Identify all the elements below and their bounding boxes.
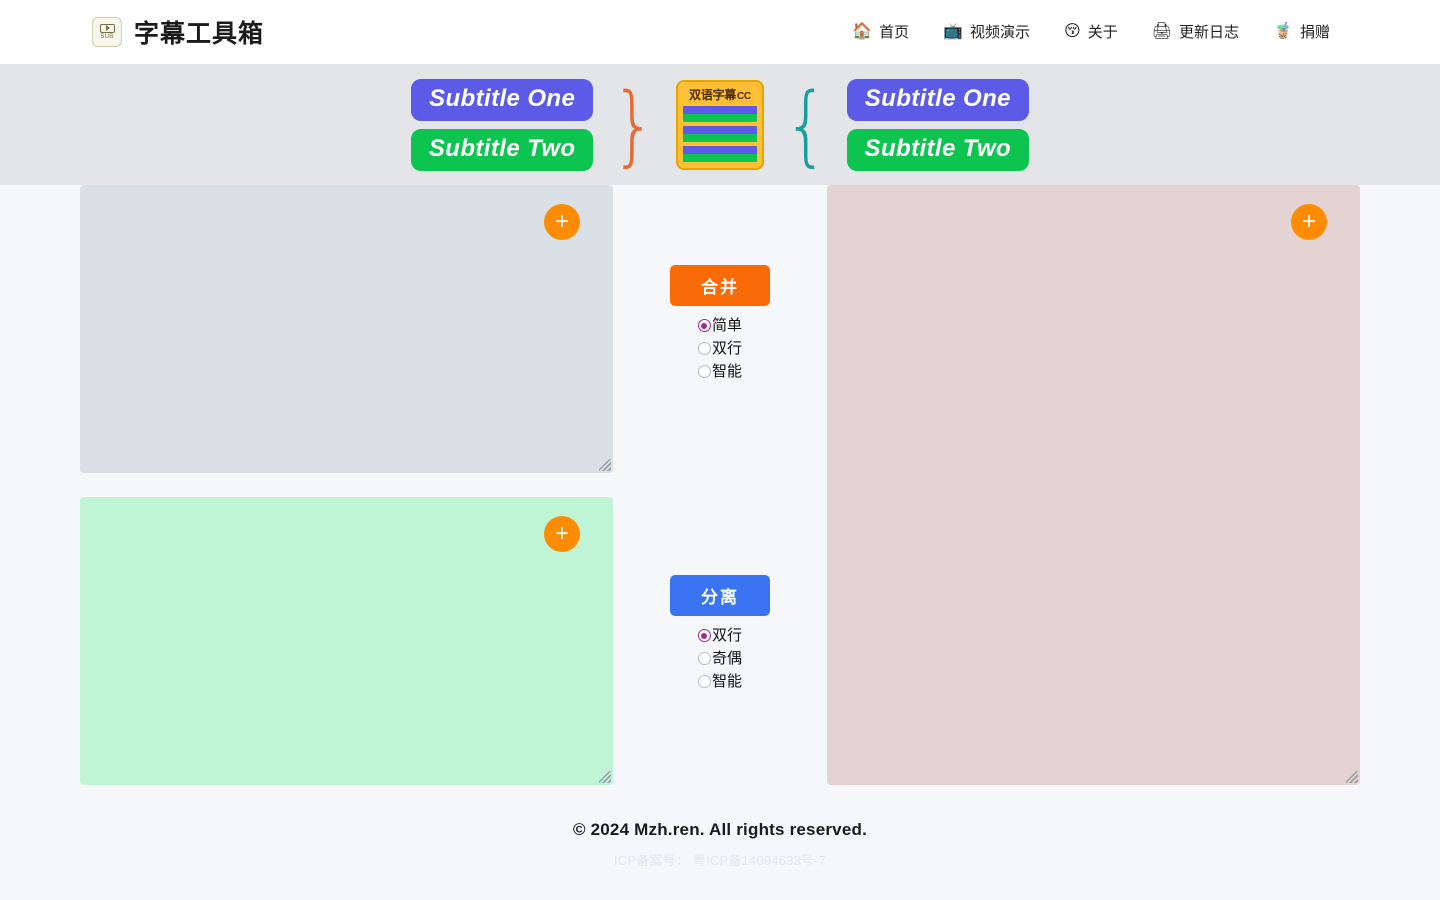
merge-mode-option-simple[interactable]: 简单 [698, 318, 742, 333]
merge-controls: 合并 简单 双行 智能 [670, 265, 770, 387]
subtitle-sub-icon: SUB [92, 17, 122, 47]
logo-sub-text: SUB [100, 34, 113, 40]
split-mode-radio-group: 双行 奇偶 智能 [698, 628, 742, 697]
banner-pill-right-two: Subtitle Two [847, 129, 1030, 171]
nav-item-home[interactable]: 🏠 首页 [852, 21, 909, 42]
cc-logo-title: 双语字幕CC [683, 86, 757, 103]
radio-indicator[interactable] [698, 652, 711, 665]
main-nav: 🏠 首页 📺 视频演示 😚 关于 🖨 更新日志 🧋 捐赠 [852, 21, 1330, 42]
banner-left-pills: Subtitle One Subtitle Two [411, 79, 594, 171]
radio-indicator[interactable] [698, 342, 711, 355]
split-mode-label-two-line: 双行 [712, 628, 742, 643]
split-mode-label-smart: 智能 [712, 674, 742, 689]
icp-license-text: ICP备案号： 粤ICP备14094633号-7 [0, 850, 1440, 869]
resize-handle-subtitle-one[interactable] [599, 459, 611, 471]
main-content: + + + 合并 简单 双行 智能 分离 [0, 185, 1440, 798]
page-title: 字幕工具箱 [134, 14, 264, 50]
site-footer: © 2024 Mzh.ren. All rights reserved. ICP… [0, 798, 1440, 869]
house-icon: 🏠 [852, 24, 872, 40]
split-mode-option-two-line[interactable]: 双行 [698, 628, 742, 643]
merge-mode-label-smart: 智能 [712, 364, 742, 379]
hero-banner: Subtitle One Subtitle Two } 双语字幕CC { Sub… [0, 64, 1440, 185]
printer-icon: 🖨 [1152, 24, 1172, 40]
cc-logo-bar [683, 106, 757, 122]
nav-item-video-demo[interactable]: 📺 视频演示 [943, 21, 1030, 42]
resize-handle-subtitle-two[interactable] [599, 771, 611, 783]
add-subtitle-two-button[interactable]: + [544, 516, 580, 552]
bubble-tea-icon: 🧋 [1273, 24, 1293, 40]
cc-logo-bars [683, 106, 757, 162]
split-mode-label-odd-even: 奇偶 [712, 651, 742, 666]
add-result-button[interactable]: + [1291, 204, 1327, 240]
bilingual-subtitle-cc-logo: 双语字幕CC [676, 80, 764, 170]
resize-handle-result[interactable] [1346, 771, 1358, 783]
radio-indicator[interactable] [698, 319, 711, 332]
banner-right-pills: Subtitle One Subtitle Two [847, 79, 1030, 171]
radio-indicator[interactable] [698, 629, 711, 642]
source-subtitle-one-panel[interactable]: + [80, 185, 613, 473]
cc-logo-bar [683, 146, 757, 162]
cc-logo-title-text: 双语字幕 [689, 88, 736, 102]
nav-label-home: 首页 [879, 21, 909, 42]
nav-label-about: 关于 [1088, 21, 1118, 42]
split-controls: 分离 双行 奇偶 智能 [670, 575, 770, 697]
cc-logo-cc-text: CC [737, 91, 751, 102]
copyright-text: © 2024 Mzh.ren. All rights reserved. [0, 820, 1440, 840]
nav-item-donate[interactable]: 🧋 捐赠 [1273, 21, 1330, 42]
banner-pill-left-one: Subtitle One [411, 79, 594, 121]
kissing-face-icon: 😚 [1064, 24, 1081, 40]
merge-mode-option-smart[interactable]: 智能 [698, 364, 742, 379]
cc-logo-bar [683, 126, 757, 142]
split-mode-option-odd-even[interactable]: 奇偶 [698, 651, 742, 666]
source-subtitle-two-panel[interactable]: + [80, 497, 613, 785]
nav-item-changelog[interactable]: 🖨 更新日志 [1152, 21, 1239, 42]
site-header: SUB 字幕工具箱 🏠 首页 📺 视频演示 😚 关于 🖨 更新日志 🧋 捐赠 [0, 0, 1440, 64]
merge-mode-option-two-line[interactable]: 双行 [698, 341, 742, 356]
television-icon: 📺 [943, 24, 963, 40]
merge-mode-radio-group: 简单 双行 智能 [698, 318, 742, 387]
nav-label-video-demo: 视频演示 [970, 21, 1030, 42]
nav-item-about[interactable]: 😚 关于 [1064, 21, 1118, 42]
add-subtitle-one-button[interactable]: + [544, 204, 580, 240]
radio-indicator[interactable] [698, 675, 711, 688]
brand[interactable]: SUB 字幕工具箱 [92, 14, 264, 50]
merge-mode-label-two-line: 双行 [712, 341, 742, 356]
nav-label-donate: 捐赠 [1300, 21, 1330, 42]
split-button[interactable]: 分离 [670, 575, 770, 616]
result-output-panel[interactable]: + [827, 185, 1360, 785]
radio-indicator[interactable] [698, 365, 711, 378]
banner-pill-left-two: Subtitle Two [411, 129, 594, 171]
merge-button[interactable]: 合并 [670, 265, 770, 306]
split-mode-option-smart[interactable]: 智能 [698, 674, 742, 689]
nav-label-changelog: 更新日志 [1179, 21, 1239, 42]
banner-pill-right-one: Subtitle One [847, 79, 1030, 121]
merge-mode-label-simple: 简单 [712, 318, 742, 333]
